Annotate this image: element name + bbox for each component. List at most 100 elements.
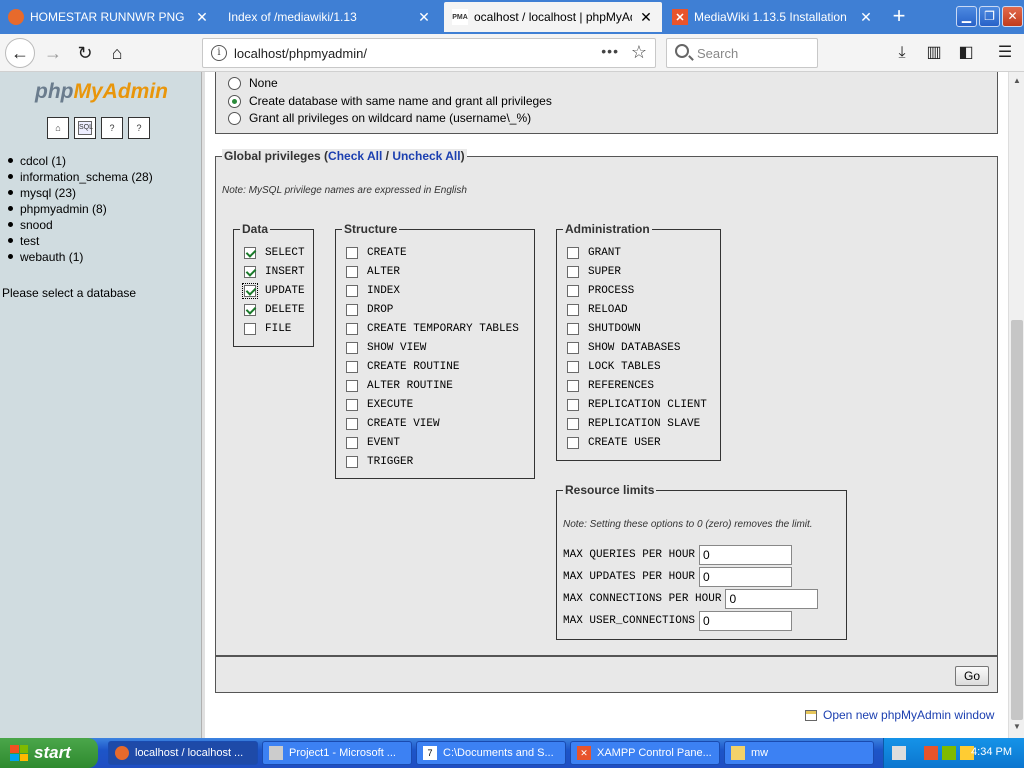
checkbox-replication-client[interactable] (567, 399, 579, 411)
new-tab-button[interactable]: + (884, 4, 914, 30)
network-icon[interactable] (942, 746, 956, 760)
taskbar-firefox[interactable]: localhost / localhost ... (108, 741, 258, 765)
checkbox-trigger[interactable] (346, 456, 358, 468)
privilege-create[interactable]: CREATE (346, 246, 407, 260)
privilege-alter[interactable]: ALTER (346, 265, 400, 279)
database-item-mysql[interactable]: mysql (23) (8, 185, 153, 201)
privilege-super[interactable]: SUPER (567, 265, 621, 279)
privilege-show-view[interactable]: SHOW VIEW (346, 341, 426, 355)
taskbar-project1[interactable]: Project1 - Microsoft ... (262, 741, 412, 765)
checkbox-file[interactable] (244, 323, 256, 335)
db-option-create-same-name[interactable]: Create database with same name and grant… (228, 93, 552, 109)
privilege-index[interactable]: INDEX (346, 284, 400, 298)
go-button[interactable]: Go (955, 666, 989, 686)
close-window-button[interactable]: ✕ (1002, 6, 1023, 27)
checkbox-references[interactable] (567, 380, 579, 392)
checkbox-execute[interactable] (346, 399, 358, 411)
scroll-down-arrow-icon[interactable]: ▼ (1010, 720, 1024, 734)
checkbox-update[interactable] (242, 283, 258, 299)
documentation-icon[interactable]: ? (101, 117, 123, 139)
bookmark-star-icon[interactable]: ☆ (631, 42, 647, 63)
sql-query-icon[interactable]: SQL (74, 117, 96, 139)
uncheck-all-link[interactable]: Uncheck All (392, 149, 460, 163)
check-all-link[interactable]: Check All (328, 149, 382, 163)
tab-homestar[interactable]: HOMESTAR RUNNWR PNG at Dur ✕ (0, 2, 218, 32)
sidebar-toggle-icon[interactable]: ◧ (955, 43, 977, 63)
privilege-replication-slave[interactable]: REPLICATION SLAVE (567, 417, 700, 431)
db-option-wildcard[interactable]: Grant all privileges on wildcard name (u… (228, 110, 531, 126)
back-button[interactable]: ← (5, 38, 35, 68)
privilege-delete[interactable]: DELETE (244, 303, 305, 317)
checkbox-alter-routine[interactable] (346, 380, 358, 392)
checkbox-drop[interactable] (346, 304, 358, 316)
scroll-thumb[interactable] (1011, 320, 1023, 720)
checkbox-shutdown[interactable] (567, 323, 579, 335)
home-icon[interactable]: ⌂ (47, 117, 69, 139)
checkbox-create-view[interactable] (346, 418, 358, 430)
database-item-information-schema[interactable]: information_schema (28) (8, 169, 153, 185)
database-item-webauth[interactable]: webauth (1) (8, 249, 153, 265)
info-icon[interactable]: i (211, 45, 227, 61)
checkbox-lock-tables[interactable] (567, 361, 579, 373)
clock[interactable]: 4:34 PM (971, 746, 1012, 758)
radio-create-same-name[interactable] (228, 94, 241, 108)
maximize-button[interactable]: ❐ (979, 6, 1000, 27)
privilege-create-routine[interactable]: CREATE ROUTINE (346, 360, 459, 374)
checkbox-show-databases[interactable] (567, 342, 579, 354)
privilege-lock-tables[interactable]: LOCK TABLES (567, 360, 661, 374)
checkbox-insert[interactable] (244, 266, 256, 278)
database-item-snood[interactable]: snood (8, 217, 153, 233)
checkbox-index[interactable] (346, 285, 358, 297)
mysql-docs-icon[interactable]: ? (128, 117, 150, 139)
checkbox-delete[interactable] (244, 304, 256, 316)
taskbar-mw-folder[interactable]: mw (724, 741, 874, 765)
checkbox-super[interactable] (567, 266, 579, 278)
privilege-select[interactable]: SELECT (244, 246, 305, 260)
privilege-insert[interactable]: INSERT (244, 265, 305, 279)
max-updates-input[interactable] (699, 567, 793, 587)
reload-button[interactable]: ↻ (70, 39, 100, 67)
open-new-window-link[interactable]: Open new phpMyAdmin window (805, 708, 994, 722)
checkbox-create-user[interactable] (567, 437, 579, 449)
checkbox-reload[interactable] (567, 304, 579, 316)
phpmyadmin-logo[interactable]: phpMyAdmin (35, 80, 168, 104)
search-placeholder[interactable]: Search (697, 46, 738, 61)
checkbox-grant[interactable] (567, 247, 579, 259)
keyboard-icon[interactable] (892, 746, 906, 760)
scroll-up-arrow-icon[interactable]: ▲ (1010, 74, 1024, 88)
start-button[interactable]: start (0, 738, 98, 768)
max-user-connections-input[interactable] (699, 611, 793, 631)
privilege-grant[interactable]: GRANT (567, 246, 621, 260)
url-text[interactable]: localhost/phpmyadmin/ (234, 46, 367, 61)
page-actions-icon[interactable]: ••• (601, 43, 619, 59)
privilege-event[interactable]: EVENT (346, 436, 400, 450)
database-item-phpmyadmin[interactable]: phpmyadmin (8) (8, 201, 153, 217)
taskbar-xampp[interactable]: ✕ XAMPP Control Pane... (570, 741, 720, 765)
search-bar[interactable]: Search (666, 38, 818, 68)
xampp-tray-icon[interactable] (924, 746, 938, 760)
close-tab-icon[interactable]: ✕ (858, 9, 874, 26)
database-item-cdcol[interactable]: cdcol (1) (8, 153, 153, 169)
privilege-shutdown[interactable]: SHUTDOWN (567, 322, 641, 336)
tab-index-mediawiki[interactable]: Index of /mediawiki/1.13 ✕ (220, 2, 440, 32)
checkbox-process[interactable] (567, 285, 579, 297)
radio-none[interactable] (228, 76, 241, 90)
home-button[interactable]: ⌂ (102, 39, 132, 67)
checkbox-create-temporary-tables[interactable] (346, 323, 358, 335)
privilege-update[interactable]: UPDATE (242, 283, 305, 299)
vertical-scrollbar[interactable]: ▲ ▼ (1008, 72, 1024, 738)
address-bar[interactable]: i localhost/phpmyadmin/ ••• ☆ (202, 38, 656, 68)
checkbox-replication-slave[interactable] (567, 418, 579, 430)
privilege-create-temporary-tables[interactable]: CREATE TEMPORARY TABLES (346, 322, 519, 336)
radio-wildcard[interactable] (228, 111, 241, 125)
database-item-test[interactable]: test (8, 233, 153, 249)
checkbox-create-routine[interactable] (346, 361, 358, 373)
taskbar-documents[interactable]: 7 C:\Documents and S... (416, 741, 566, 765)
max-connections-input[interactable] (725, 589, 819, 609)
privilege-replication-client[interactable]: REPLICATION CLIENT (567, 398, 707, 412)
close-tab-icon[interactable]: ✕ (638, 9, 654, 26)
max-queries-input[interactable] (699, 545, 793, 565)
checkbox-select[interactable] (244, 247, 256, 259)
library-icon[interactable]: ▥ (923, 43, 945, 63)
downloads-icon[interactable]: ⤓ (891, 43, 913, 63)
